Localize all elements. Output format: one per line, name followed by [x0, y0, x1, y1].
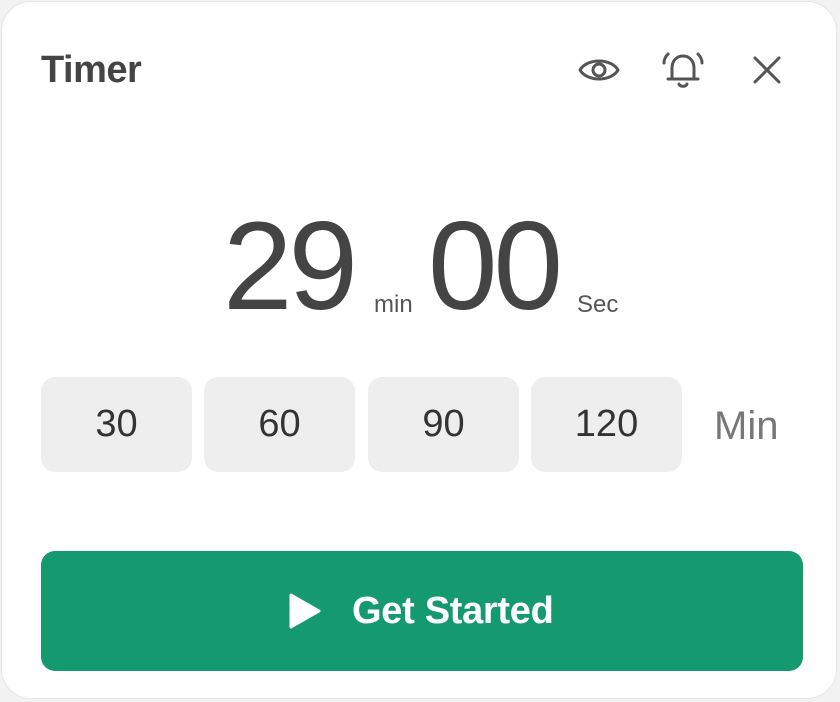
seconds-unit: Sec	[577, 291, 619, 318]
eye-button[interactable]	[575, 45, 623, 95]
timer-title: Timer	[41, 49, 142, 91]
close-button[interactable]	[743, 45, 791, 95]
preset-90-button[interactable]: 90	[368, 377, 519, 472]
close-icon	[753, 56, 781, 84]
minutes-unit: min	[374, 291, 413, 318]
play-icon	[289, 593, 321, 629]
preset-60-button[interactable]: 60	[204, 377, 355, 472]
preset-unit-label: Min	[714, 404, 779, 448]
seconds-value: 00	[428, 197, 563, 336]
minutes-value: 29	[223, 197, 358, 336]
preset-30-button[interactable]: 30	[41, 377, 192, 472]
preset-120-button[interactable]: 120	[531, 377, 682, 472]
bell-icon	[662, 52, 704, 88]
eye-icon	[578, 59, 620, 81]
get-started-button[interactable]: Get Started	[41, 551, 803, 671]
preset-row: 30 60 90 120 Min	[41, 377, 801, 473]
bell-button[interactable]	[659, 45, 707, 95]
timer-card: Timer 29 min 00 Sec 30 60 90 120 Min Get…	[1, 1, 837, 699]
time-display: 29 min 00 Sec	[2, 202, 838, 332]
get-started-label: Get Started	[352, 590, 554, 632]
